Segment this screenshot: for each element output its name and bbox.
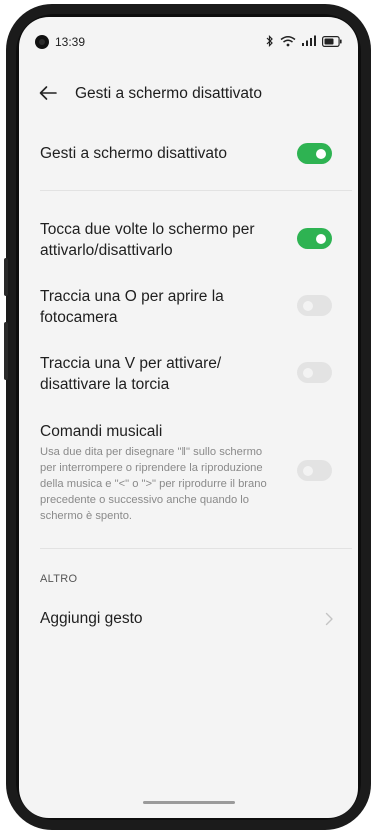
- setting-label: Tocca due volte lo schermo per attivarlo…: [40, 221, 255, 259]
- chevron-right-icon: [324, 612, 334, 626]
- toggle-knob: [303, 300, 313, 311]
- setting-label: Aggiungi gesto: [40, 610, 143, 627]
- battery-icon: [322, 34, 342, 52]
- divider: [40, 548, 352, 549]
- app-header: Gesti a schermo disattivato: [19, 79, 358, 109]
- setting-label: Traccia una O per aprire la fotocamera: [40, 288, 224, 326]
- toggle-knob: [303, 367, 313, 378]
- volume-up-button: [4, 258, 8, 296]
- toggle-traccia-v[interactable]: [297, 362, 332, 383]
- section-header-altro: ALTRO: [40, 573, 78, 585]
- phone-frame: 13:39 Gesti a schermo disattivato Gesti …: [0, 0, 377, 834]
- front-camera: [35, 35, 49, 49]
- page-title: Gesti a schermo disattivato: [75, 85, 262, 102]
- home-indicator[interactable]: [143, 801, 235, 804]
- setting-label: Comandi musicali: [40, 423, 163, 440]
- setting-label: Traccia una V per attivare/ disattivare …: [40, 355, 222, 393]
- toggle-gesti-schermo-disattivato[interactable]: [297, 143, 332, 164]
- toggle-traccia-o[interactable]: [297, 295, 332, 316]
- status-time: 13:39: [55, 35, 86, 49]
- toggle-knob: [316, 148, 326, 159]
- signal-icon: [302, 34, 316, 52]
- back-button[interactable]: [37, 82, 59, 104]
- screen: 13:39 Gesti a schermo disattivato Gesti …: [19, 17, 358, 818]
- setting-traccia-o[interactable]: Traccia una O per aprire la fotocamera: [40, 286, 270, 328]
- bluetooth-icon: [266, 34, 274, 52]
- aggiungi-gesto-item[interactable]: Aggiungi gesto: [40, 608, 358, 629]
- setting-description: Usa due dita per disegnare "‖" sullo sch…: [40, 446, 267, 522]
- toggle-tocca-due-volte[interactable]: [297, 228, 332, 249]
- wifi-icon: [280, 34, 296, 52]
- status-icons: [266, 34, 342, 52]
- arrow-left-icon: [39, 86, 57, 100]
- toggle-knob: [316, 233, 326, 244]
- setting-traccia-v[interactable]: Traccia una V per attivare/ disattivare …: [40, 353, 260, 395]
- setting-tocca-due-volte[interactable]: Tocca due volte lo schermo per attivarlo…: [40, 219, 290, 261]
- volume-down-button: [4, 322, 8, 380]
- toggle-comandi-musicali[interactable]: [297, 460, 332, 481]
- divider: [40, 190, 352, 191]
- toggle-knob: [303, 465, 313, 476]
- status-bar: 13:39: [19, 17, 358, 57]
